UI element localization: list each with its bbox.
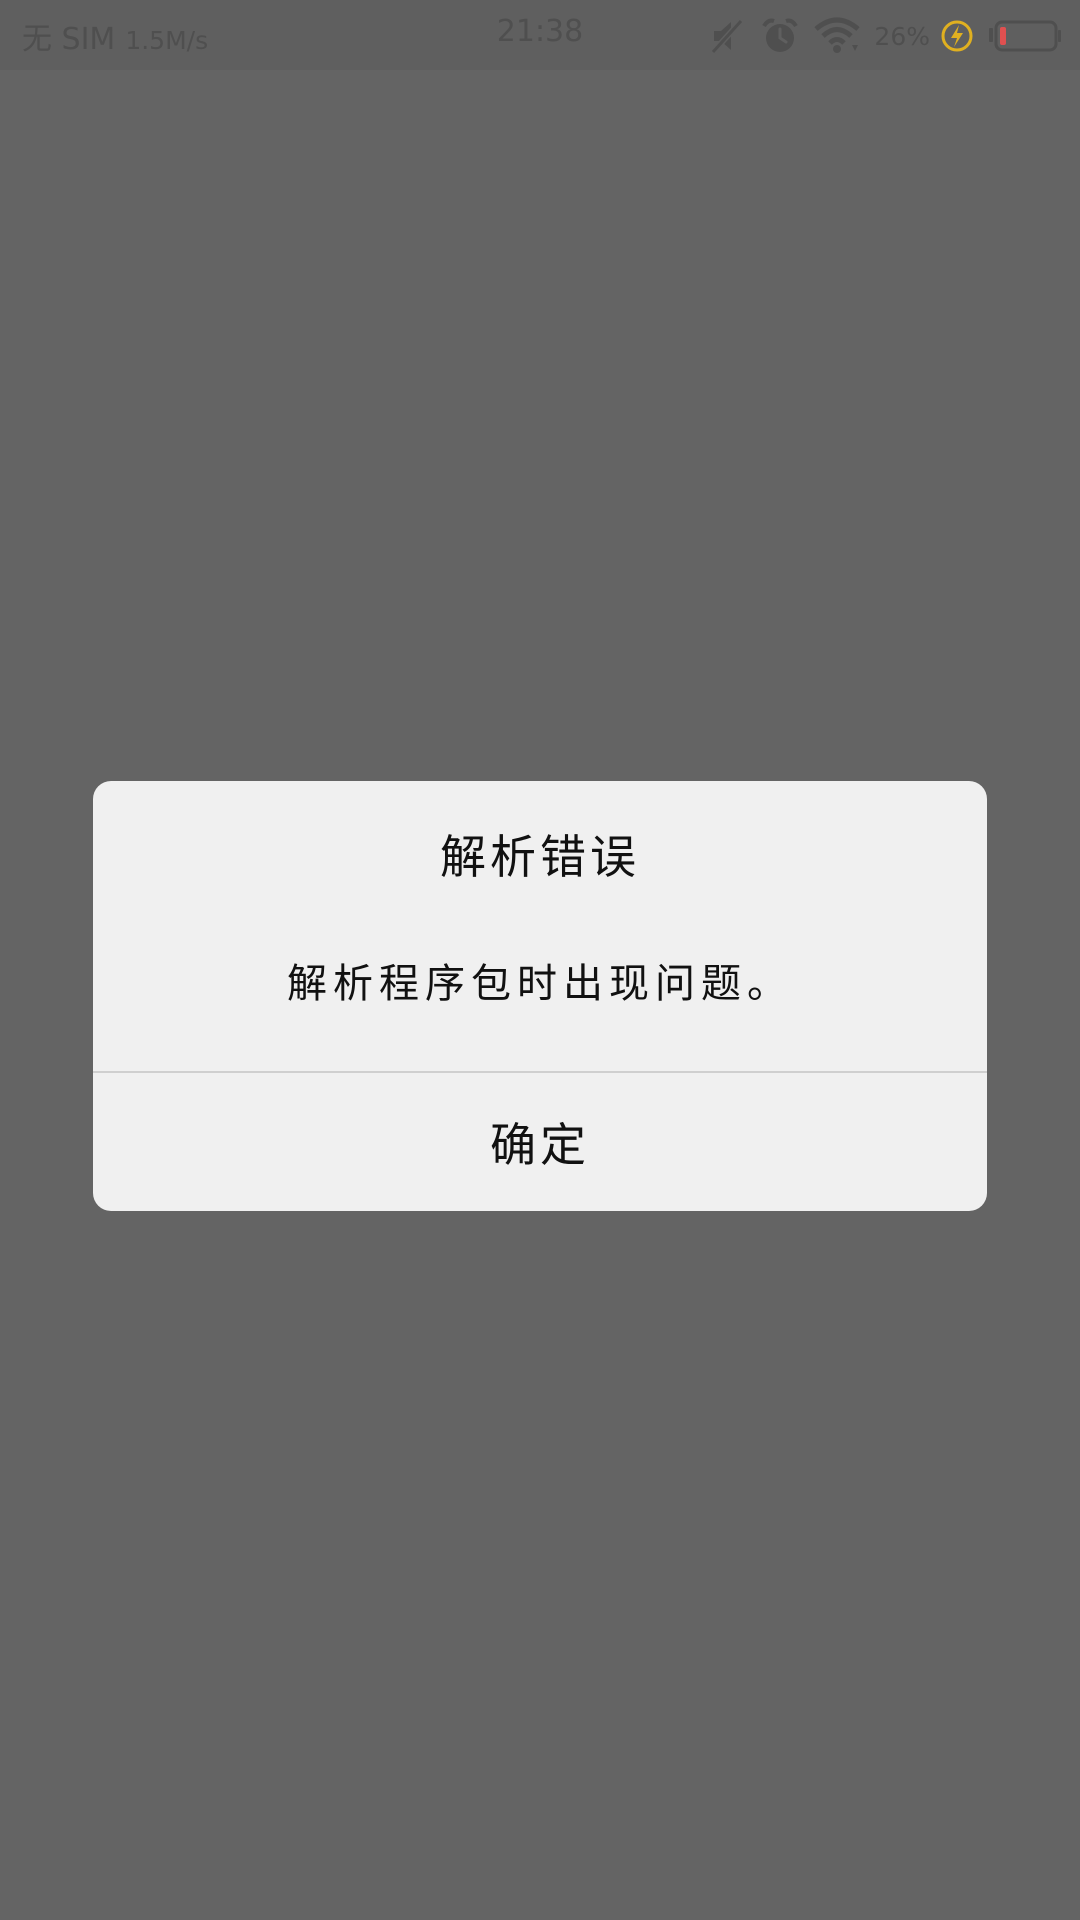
dialog-title: 解析错误 <box>440 830 640 884</box>
charging-icon <box>940 19 974 53</box>
status-bar: 无 SIM 1.5M/s 21:38 26% <box>0 0 1080 70</box>
battery-icon <box>988 19 1062 53</box>
dialog-message: 解析程序包时出现问题。 <box>287 961 793 1007</box>
mute-icon <box>708 17 746 55</box>
alarm-icon <box>760 16 800 56</box>
wifi-icon <box>814 17 861 55</box>
ok-button[interactable]: 确定 <box>93 1073 987 1211</box>
battery-percent: 26% <box>874 21 930 51</box>
parse-error-dialog: 解析错误 解析程序包时出现问题。 确定 <box>93 781 987 1211</box>
status-right: 26% <box>708 14 1062 58</box>
